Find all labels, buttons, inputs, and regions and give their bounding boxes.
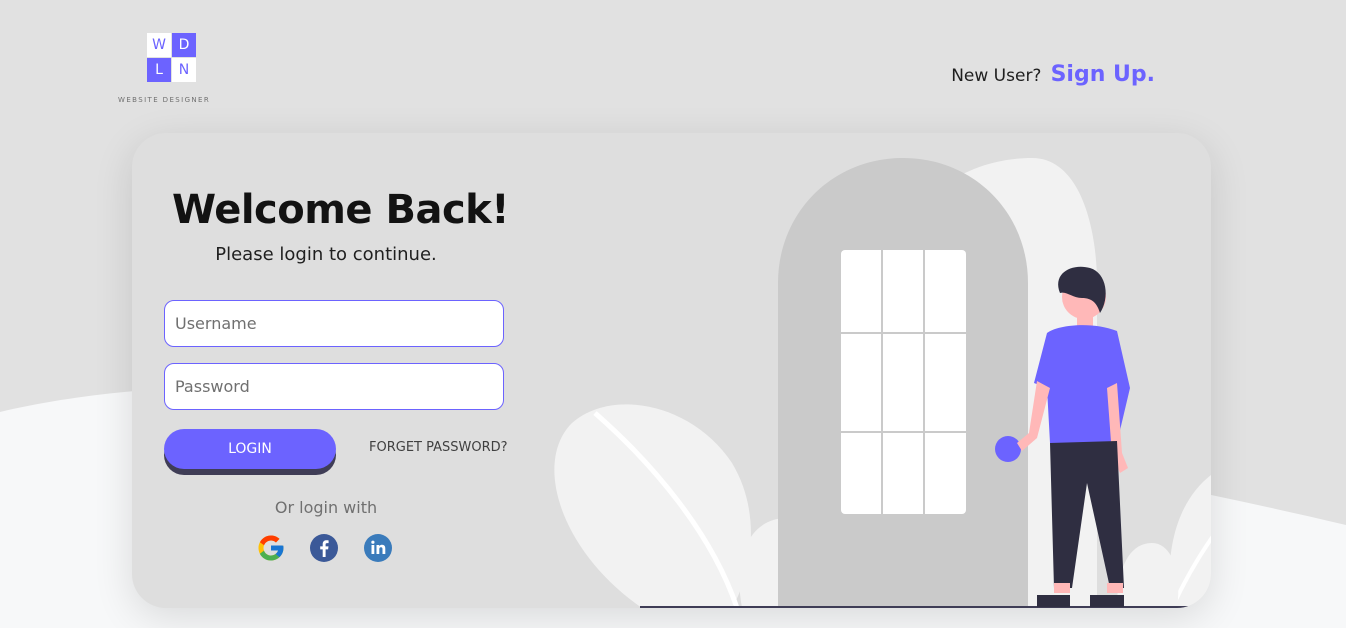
logo[interactable]: W D L N WEBSITE DESIGNER [118, 30, 228, 110]
logo-cell-n: N [172, 58, 196, 82]
or-login-with-label: Or login with [274, 498, 378, 517]
welcome-subtitle: Please login to continue. [215, 244, 437, 265]
logo-cell-l: L [147, 58, 171, 82]
google-icon[interactable] [256, 533, 286, 563]
doorknob [995, 436, 1021, 462]
signup-prompt: New User? [951, 66, 1042, 86]
logo-cell-d: D [172, 33, 196, 57]
logo-tagline: WEBSITE DESIGNER [118, 96, 211, 104]
signup-area: New User? Sign Up. [951, 62, 1155, 87]
facebook-icon[interactable] [309, 533, 339, 563]
logo-cell-w: W [147, 33, 171, 57]
linkedin-icon[interactable] [363, 533, 393, 563]
welcome-title: Welcome Back! [172, 187, 510, 233]
forget-password-link[interactable]: FORGET PASSWORD? [369, 440, 508, 455]
leaf-left [554, 404, 751, 608]
login-card: Welcome Back! Please login to continue. … [132, 133, 1211, 608]
door-window [841, 250, 966, 514]
login-button[interactable]: LOGIN [164, 429, 336, 469]
password-input[interactable] [164, 363, 504, 410]
signup-link[interactable]: Sign Up. [1051, 62, 1155, 87]
logo-mark: W D L N [147, 33, 197, 83]
username-input[interactable] [164, 300, 504, 347]
